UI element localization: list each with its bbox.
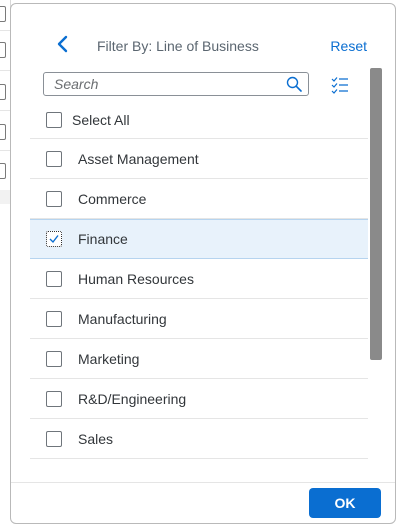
background-shade xyxy=(0,190,10,204)
checkmark-icon xyxy=(49,235,59,244)
search-icon[interactable] xyxy=(286,76,302,92)
item-label: Manufacturing xyxy=(78,310,167,327)
search-field[interactable] xyxy=(43,72,309,96)
list-item[interactable]: Human Resources xyxy=(30,259,368,299)
item-label: Human Resources xyxy=(78,270,194,287)
item-checkbox[interactable] xyxy=(46,310,62,327)
list-item[interactable]: R&D/Engineering xyxy=(30,379,368,419)
item-label: R&D/Engineering xyxy=(78,390,187,407)
search-row xyxy=(11,68,395,104)
dialog-header: Filter By: Line of Business Reset xyxy=(11,4,395,62)
item-label: Sales xyxy=(78,430,114,447)
list-item[interactable]: Marketing xyxy=(30,339,368,379)
list-checklist-icon[interactable] xyxy=(331,76,349,94)
list-item-selected[interactable]: Finance xyxy=(30,219,368,259)
item-label: Marketing xyxy=(78,350,140,367)
background-checkbox xyxy=(0,163,6,179)
item-label: Finance xyxy=(78,231,128,247)
select-all-row[interactable]: Select All xyxy=(30,102,368,139)
background-checkbox xyxy=(0,42,6,58)
chevron-left-icon xyxy=(57,35,68,53)
list-item[interactable]: Asset Management xyxy=(30,139,368,179)
item-checkbox-checked[interactable] xyxy=(46,231,62,247)
background-divider xyxy=(0,30,10,31)
scrollbar-thumb[interactable] xyxy=(370,68,382,360)
item-label: Asset Management xyxy=(78,150,199,167)
item-checkbox[interactable] xyxy=(46,270,62,287)
item-checkbox[interactable] xyxy=(46,350,62,367)
search-input[interactable] xyxy=(54,75,274,93)
background-checkbox xyxy=(0,124,6,140)
background-divider xyxy=(0,150,10,151)
select-all-label: Select All xyxy=(72,112,130,128)
dialog-footer: OK xyxy=(11,482,395,523)
item-checkbox[interactable] xyxy=(46,150,62,167)
list-item[interactable]: Commerce xyxy=(30,179,368,219)
select-all-checkbox[interactable] xyxy=(46,112,62,128)
background-divider xyxy=(0,110,10,111)
back-button[interactable] xyxy=(55,34,71,54)
list-item[interactable]: Manufacturing xyxy=(30,299,368,339)
item-checkbox[interactable] xyxy=(46,390,62,407)
background-divider xyxy=(0,70,10,71)
reset-button[interactable]: Reset xyxy=(330,38,367,54)
item-label: Commerce xyxy=(78,190,147,207)
filter-dialog: Filter By: Line of Business Reset Select… xyxy=(10,3,396,524)
dialog-title: Filter By: Line of Business xyxy=(97,38,259,54)
item-checkbox[interactable] xyxy=(46,190,62,207)
background-checkbox xyxy=(0,6,6,22)
item-checkbox[interactable] xyxy=(46,430,62,447)
option-list: Select All Asset Management Commerce Fin… xyxy=(30,102,368,459)
ok-button[interactable]: OK xyxy=(309,488,381,518)
list-item[interactable]: Sales xyxy=(30,419,368,459)
background-checkbox xyxy=(0,84,6,100)
